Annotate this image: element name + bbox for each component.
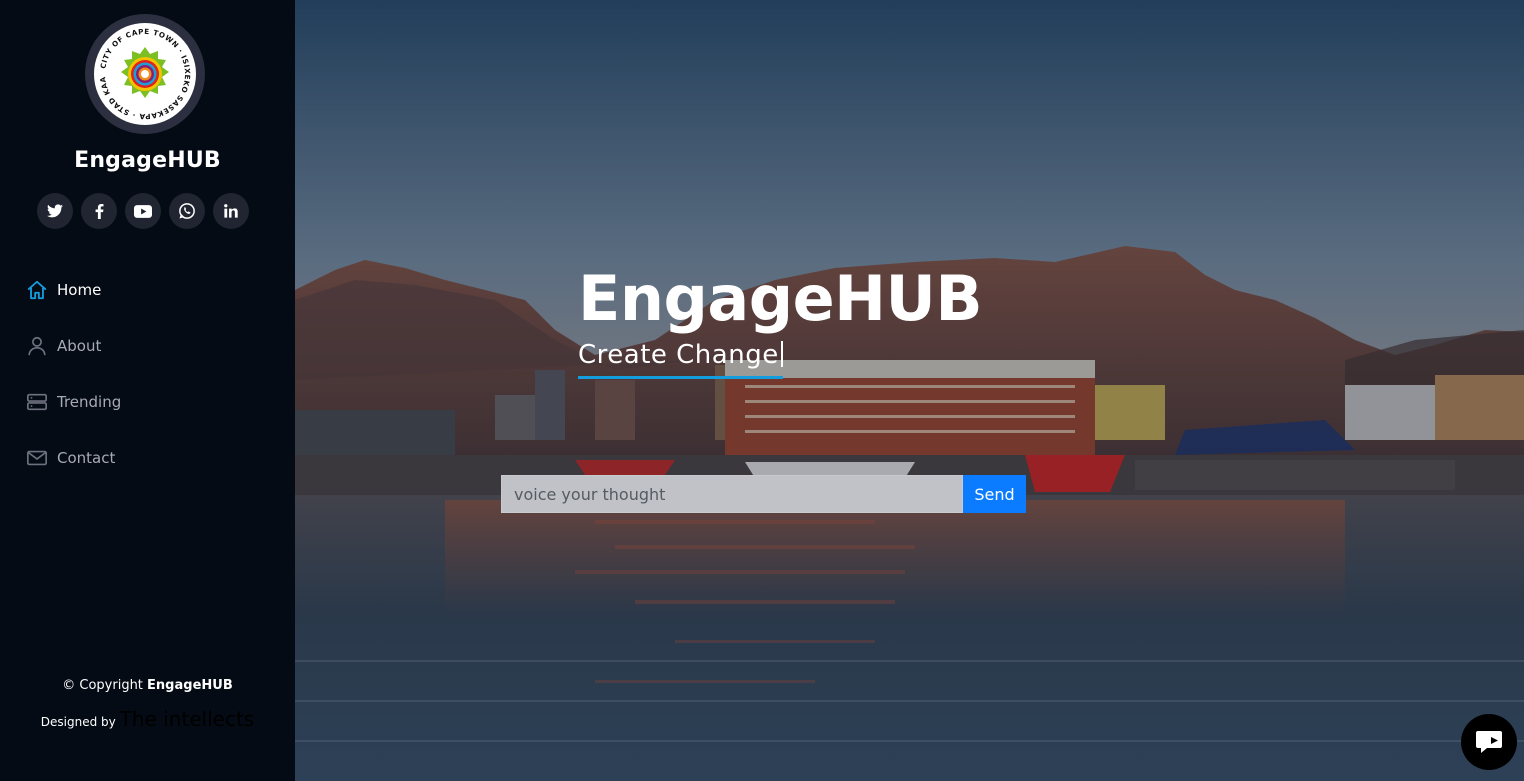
hero-subtitle-text: Create Change	[578, 340, 779, 370]
home-icon	[26, 279, 48, 301]
cape-town-seal-icon: CITY OF CAPE TOWN · ISIXEKO SASEKAPA · S…	[93, 22, 196, 125]
sidebar-brand: EngageHUB	[74, 148, 221, 173]
main-nav: Home About Trending Contact	[26, 262, 121, 486]
whatsapp-link[interactable]	[169, 193, 205, 229]
server-icon	[26, 391, 48, 413]
nav-label-contact: Contact	[57, 449, 116, 467]
chat-icon	[1476, 731, 1502, 753]
designed-by: Designed by The intellects	[0, 705, 295, 736]
send-button[interactable]: Send	[963, 475, 1026, 513]
nav-label-home: Home	[57, 281, 102, 299]
chat-widget-button[interactable]	[1461, 714, 1517, 770]
whatsapp-icon	[179, 203, 195, 219]
nav-item-about[interactable]: About	[26, 318, 121, 374]
sidebar: CITY OF CAPE TOWN · ISIXEKO SASEKAPA · S…	[0, 0, 295, 781]
thought-form: Send	[501, 475, 1026, 513]
nav-label-trending: Trending	[57, 393, 122, 411]
sidebar-footer: © Copyright EngageHUB Designed by The in…	[0, 678, 295, 736]
envelope-icon	[26, 447, 48, 469]
nav-item-trending[interactable]: Trending	[26, 374, 121, 430]
designer-link[interactable]: The intellects	[120, 707, 255, 731]
copyright: © Copyright EngageHUB	[0, 678, 295, 693]
city-logo[interactable]: CITY OF CAPE TOWN · ISIXEKO SASEKAPA · S…	[85, 14, 205, 134]
nav-item-home[interactable]: Home	[26, 262, 121, 318]
hero-section: EngageHUB Create Change Send	[295, 0, 1524, 781]
nav-label-about: About	[57, 337, 102, 355]
twitter-link[interactable]	[37, 193, 73, 229]
facebook-link[interactable]	[81, 193, 117, 229]
linkedin-icon	[224, 204, 238, 218]
hero-subtitle: Create Change	[578, 340, 783, 379]
social-links	[37, 193, 249, 229]
thought-input[interactable]	[501, 475, 963, 513]
hero-title: EngageHUB	[578, 262, 983, 335]
nav-item-contact[interactable]: Contact	[26, 430, 121, 486]
designed-by-label: Designed by	[40, 715, 116, 729]
youtube-icon	[134, 204, 152, 218]
hero-overlay	[295, 0, 1524, 781]
youtube-link[interactable]	[125, 193, 161, 229]
facebook-icon	[95, 203, 103, 219]
linkedin-link[interactable]	[213, 193, 249, 229]
copyright-prefix: © Copyright	[62, 678, 143, 693]
user-icon	[26, 335, 48, 357]
twitter-icon	[47, 204, 63, 218]
typing-cursor	[780, 341, 783, 367]
copyright-brand: EngageHUB	[147, 678, 233, 693]
